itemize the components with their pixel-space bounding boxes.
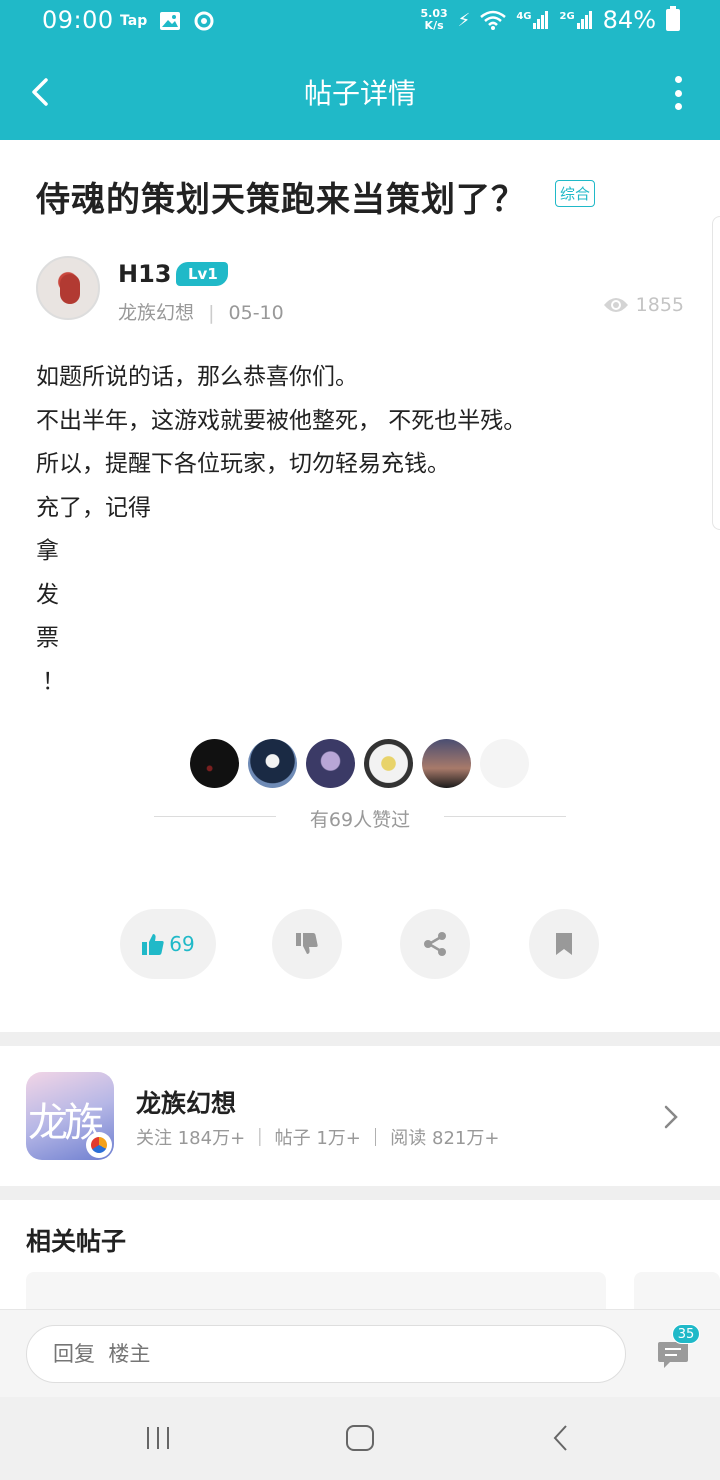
- author-meta: 龙族幻想 | 05-10: [118, 298, 284, 325]
- likes-summary[interactable]: 有69人赞过: [0, 805, 720, 832]
- game-card-arrow[interactable]: [662, 1104, 680, 1130]
- signal-bars-icon: [576, 11, 592, 29]
- sync-icon: [194, 11, 214, 31]
- view-count-value: 1855: [635, 294, 684, 316]
- recent-apps-icon: [147, 1427, 169, 1449]
- dislike-button[interactable]: [272, 909, 342, 979]
- liker-avatar[interactable]: [190, 739, 239, 788]
- signal-2g: 2G: [559, 11, 592, 29]
- related-post-card[interactable]: [634, 1272, 720, 1312]
- author-name[interactable]: H13: [118, 260, 171, 288]
- level-badge: Lv1: [176, 262, 228, 286]
- liker-avatar[interactable]: [364, 739, 413, 788]
- bookmark-button[interactable]: [529, 909, 599, 979]
- wifi-icon: [480, 10, 507, 30]
- signal-4g: 4G: [516, 11, 549, 29]
- like-button[interactable]: 69: [120, 909, 216, 979]
- status-time: 09:00: [42, 6, 114, 34]
- net-speed-unit: K/s: [424, 19, 444, 32]
- tencent-games-icon: [86, 1132, 112, 1158]
- status-right: 5.03 K/s ⚡ 4G 2G 84%: [421, 6, 680, 34]
- battery-icon: [666, 6, 680, 31]
- status-left-icons: Tap: [120, 10, 215, 32]
- signal-4g-label: 4G: [516, 11, 532, 22]
- game-icon[interactable]: 龙族: [26, 1072, 114, 1160]
- section-divider: [0, 1186, 720, 1200]
- home-button[interactable]: [342, 1423, 378, 1453]
- share-button[interactable]: [400, 909, 470, 979]
- more-button[interactable]: [666, 76, 690, 110]
- data-saver-icon: ⚡: [457, 9, 471, 31]
- signal-bars-icon: [533, 11, 549, 29]
- eye-icon: [603, 298, 628, 312]
- side-scroll-handle[interactable]: [712, 216, 720, 530]
- meta-separator: |: [208, 302, 215, 324]
- post-body-line: 发: [36, 581, 59, 608]
- share-icon: [424, 932, 446, 956]
- thumbs-down-icon: [296, 933, 318, 954]
- liker-avatar[interactable]: [306, 739, 355, 788]
- thumbs-up-icon: [142, 934, 164, 955]
- comment-count-badge: 35: [672, 1324, 700, 1344]
- post-body-line: 票: [36, 625, 59, 651]
- post-body-line: 所以，提醒下各位玩家，切勿轻易充钱。: [36, 451, 450, 477]
- post-body-line: 如题所说的话，那么恭喜你们。: [36, 364, 358, 390]
- post-body: 如题所说的话，那么恭喜你们。 不出半年，这游戏就要被他整死， 不死也半残。 所以…: [36, 356, 686, 704]
- post-body-line: 拿: [36, 538, 59, 564]
- liker-avatars[interactable]: [190, 739, 529, 788]
- post-body-line: 不出半年，这游戏就要被他整死， 不死也半残。: [36, 407, 527, 434]
- liker-avatar[interactable]: [422, 739, 471, 788]
- game-stats: 关注 184万+ ｜ 帖子 1万+ ｜ 阅读 821万+: [136, 1128, 500, 1149]
- post-title: 侍魂的策划天策跑来当策划了？: [36, 180, 526, 220]
- like-count: 69: [169, 932, 195, 956]
- view-count: 1855: [602, 294, 684, 316]
- liker-avatar-more[interactable]: [480, 739, 529, 788]
- post-date: 05-10: [228, 302, 284, 324]
- game-name[interactable]: 龙族幻想: [136, 1084, 236, 1120]
- section-divider: [0, 1032, 720, 1046]
- author-avatar[interactable]: [36, 256, 100, 320]
- post-tag[interactable]: 综合: [555, 180, 596, 207]
- recent-apps-button[interactable]: [142, 1423, 178, 1453]
- reply-input[interactable]: [26, 1325, 626, 1383]
- related-posts-title: 相关帖子: [26, 1227, 127, 1256]
- back-icon: [553, 1425, 567, 1451]
- signal-2g-label: 2G: [559, 11, 575, 22]
- related-post-card[interactable]: [26, 1272, 606, 1312]
- image-icon: [160, 12, 181, 30]
- liker-avatar[interactable]: [248, 739, 297, 788]
- status-bar: 09:00 Tap 5.03 K/s ⚡ 4G 2G 84%: [0, 0, 720, 44]
- more-dot: [674, 76, 682, 83]
- chevron-right-icon: [664, 1105, 678, 1129]
- more-dot: [674, 103, 682, 110]
- reply-bar: 35: [0, 1309, 720, 1397]
- system-nav-bar: [0, 1397, 720, 1480]
- more-dot: [674, 89, 682, 97]
- post-body-line: 充了，记得: [36, 494, 151, 521]
- system-back-button[interactable]: [544, 1423, 580, 1453]
- post-body-line: ！: [42, 668, 65, 695]
- taptap-icon: Tap: [120, 13, 148, 29]
- author-source[interactable]: 龙族幻想: [118, 302, 194, 324]
- bookmark-icon: [556, 933, 572, 955]
- home-icon: [346, 1425, 374, 1451]
- app-bar: 帖子详情: [0, 44, 720, 140]
- battery-percent: 84%: [602, 6, 656, 34]
- page-title: 帖子详情: [303, 77, 416, 110]
- net-speed: 5.03 K/s: [421, 8, 448, 32]
